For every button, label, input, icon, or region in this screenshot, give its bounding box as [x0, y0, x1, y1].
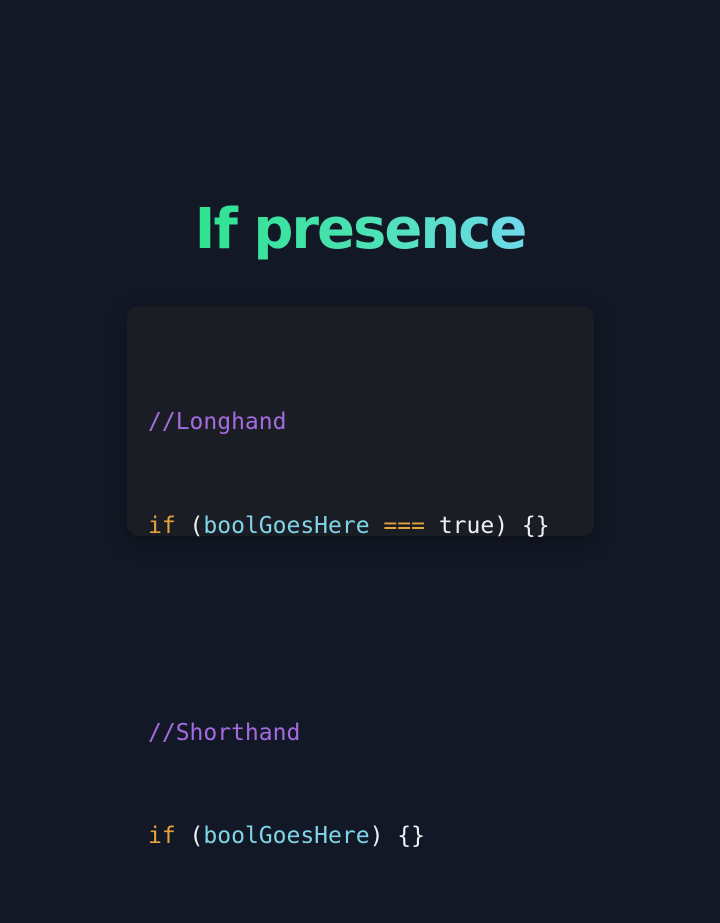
shorthand-identifier: boolGoesHere [203, 823, 370, 849]
code-line-longhand-comment: //Longhand [148, 405, 550, 440]
longhand-if-keyword: if [148, 512, 176, 539]
longhand-comment: //Longhand [148, 409, 287, 435]
longhand-value: true [438, 512, 495, 539]
longhand-open-paren: ( [175, 512, 204, 539]
shorthand-comment: //Shorthand [148, 719, 301, 746]
shorthand-close: ) {} [369, 823, 425, 849]
shorthand-if-keyword: if [148, 823, 176, 849]
code-line-shorthand: if (boolGoesHere) {} [148, 819, 550, 854]
code-line-longhand: if (boolGoesHere === true) {} [148, 509, 550, 544]
shorthand-open-paren: ( [175, 823, 204, 849]
code-line-shorthand-comment: //Shorthand [148, 716, 550, 751]
longhand-identifier: boolGoesHere [203, 512, 370, 539]
longhand-close: ) {} [494, 512, 550, 539]
title-text: If presence [194, 197, 528, 262]
code-card: //Longhand if (boolGoesHere === true) {}… [127, 306, 594, 849]
longhand-operator: === [369, 512, 439, 539]
page-title: If presence [0, 190, 720, 270]
code-block: //Longhand if (boolGoesHere === true) {}… [148, 336, 550, 923]
